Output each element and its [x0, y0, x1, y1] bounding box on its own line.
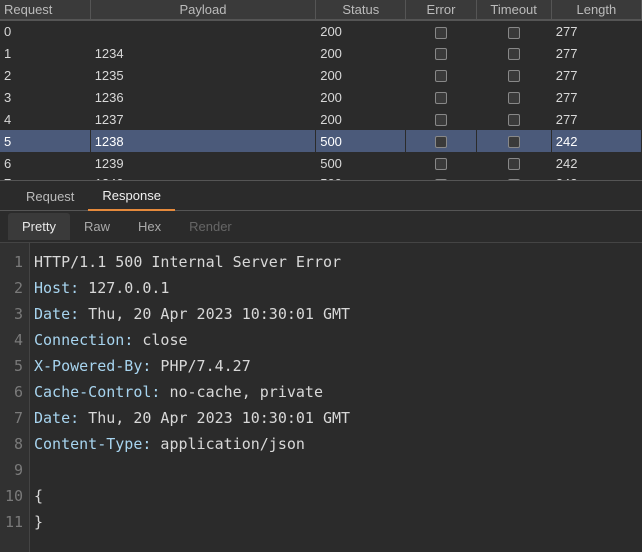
col-payload[interactable]: Payload: [90, 0, 316, 20]
results-table-pane: Request Payload Status Error Timeout Len…: [0, 0, 642, 180]
table-row[interactable]: 0 200 277: [0, 20, 642, 42]
cell: 500: [316, 152, 406, 174]
col-request[interactable]: Request: [0, 0, 90, 20]
cell: 277: [551, 20, 641, 42]
cell: 1239: [90, 152, 316, 174]
code-line: }: [34, 509, 642, 535]
cell: [476, 20, 551, 42]
response-editor[interactable]: 1234567891011 HTTP/1.1 500 Internal Serv…: [0, 243, 642, 552]
cell: 200: [316, 86, 406, 108]
cell: 500: [316, 130, 406, 152]
timeout-checkbox[interactable]: [508, 136, 520, 148]
cell: [406, 64, 476, 86]
cell: 0: [0, 20, 90, 42]
cell: 277: [551, 64, 641, 86]
cell: [406, 86, 476, 108]
code-line: [34, 457, 642, 483]
error-checkbox[interactable]: [435, 27, 447, 39]
timeout-checkbox[interactable]: [508, 114, 520, 126]
response-body[interactable]: HTTP/1.1 500 Internal Server ErrorHost: …: [30, 243, 642, 552]
table-row[interactable]: 21235200 277: [0, 64, 642, 86]
error-checkbox[interactable]: [435, 92, 447, 104]
code-line: Content-Type: application/json: [34, 431, 642, 457]
col-status[interactable]: Status: [316, 0, 406, 20]
code-line: Date: Thu, 20 Apr 2023 10:30:01 GMT: [34, 301, 642, 327]
line-gutter: 1234567891011: [0, 243, 30, 552]
cell: [406, 42, 476, 64]
timeout-checkbox[interactable]: [508, 179, 520, 180]
cell: 200: [316, 108, 406, 130]
cell: 277: [551, 42, 641, 64]
timeout-checkbox[interactable]: [508, 158, 520, 170]
col-timeout[interactable]: Timeout: [476, 0, 551, 20]
error-checkbox[interactable]: [435, 136, 447, 148]
error-checkbox[interactable]: [435, 179, 447, 180]
subtab-hex[interactable]: Hex: [124, 213, 175, 240]
col-length[interactable]: Length: [551, 0, 641, 20]
code-line: Connection: close: [34, 327, 642, 353]
cell: 1238: [90, 130, 316, 152]
code-line: Cache-Control: no-cache, private: [34, 379, 642, 405]
cell: 1234: [90, 42, 316, 64]
request-response-tabs: Request Response: [0, 181, 642, 211]
error-checkbox[interactable]: [435, 48, 447, 60]
tab-request[interactable]: Request: [12, 183, 88, 210]
cell: [476, 152, 551, 174]
table-row[interactable]: 41237200 277: [0, 108, 642, 130]
view-subtabs: Pretty Raw Hex Render: [0, 211, 642, 243]
col-error[interactable]: Error: [406, 0, 476, 20]
cell: 242: [551, 130, 641, 152]
cell: [406, 152, 476, 174]
code-line: Date: Thu, 20 Apr 2023 10:30:01 GMT: [34, 405, 642, 431]
code-line: {: [34, 483, 642, 509]
results-table[interactable]: Request Payload Status Error Timeout Len…: [0, 0, 642, 180]
cell: 1236: [90, 86, 316, 108]
error-checkbox[interactable]: [435, 158, 447, 170]
cell: 4: [0, 108, 90, 130]
table-row[interactable]: 61239500 242: [0, 152, 642, 174]
subtab-render: Render: [175, 213, 246, 240]
cell: 5: [0, 130, 90, 152]
tab-response[interactable]: Response: [88, 182, 175, 211]
code-line: X-Powered-By: PHP/7.4.27: [34, 353, 642, 379]
timeout-checkbox[interactable]: [508, 48, 520, 60]
subtab-raw[interactable]: Raw: [70, 213, 124, 240]
cell: [476, 86, 551, 108]
timeout-checkbox[interactable]: [508, 27, 520, 39]
cell: 200: [316, 64, 406, 86]
cell: [406, 20, 476, 42]
cell: [90, 20, 316, 42]
cell: 242: [551, 152, 641, 174]
cell: [476, 42, 551, 64]
cell: 6: [0, 152, 90, 174]
cell: 200: [316, 42, 406, 64]
cell: [476, 64, 551, 86]
cell: [476, 108, 551, 130]
error-checkbox[interactable]: [435, 70, 447, 82]
cell: 1: [0, 42, 90, 64]
cell: 2: [0, 64, 90, 86]
cell: [476, 130, 551, 152]
timeout-checkbox[interactable]: [508, 92, 520, 104]
table-header-row[interactable]: Request Payload Status Error Timeout Len…: [0, 0, 642, 20]
cell: 1235: [90, 64, 316, 86]
cell: 200: [316, 20, 406, 42]
cell: [406, 130, 476, 152]
code-line: HTTP/1.1 500 Internal Server Error: [34, 249, 642, 275]
table-row[interactable]: 11234200 277: [0, 42, 642, 64]
cell: [406, 108, 476, 130]
timeout-checkbox[interactable]: [508, 70, 520, 82]
subtab-pretty[interactable]: Pretty: [8, 213, 70, 240]
table-row[interactable]: 31236200 277: [0, 86, 642, 108]
code-line: Host: 127.0.0.1: [34, 275, 642, 301]
cell: 277: [551, 108, 641, 130]
cell: 277: [551, 86, 641, 108]
table-row[interactable]: 51238500 242: [0, 130, 642, 152]
error-checkbox[interactable]: [435, 114, 447, 126]
cell: 3: [0, 86, 90, 108]
cell: 1237: [90, 108, 316, 130]
